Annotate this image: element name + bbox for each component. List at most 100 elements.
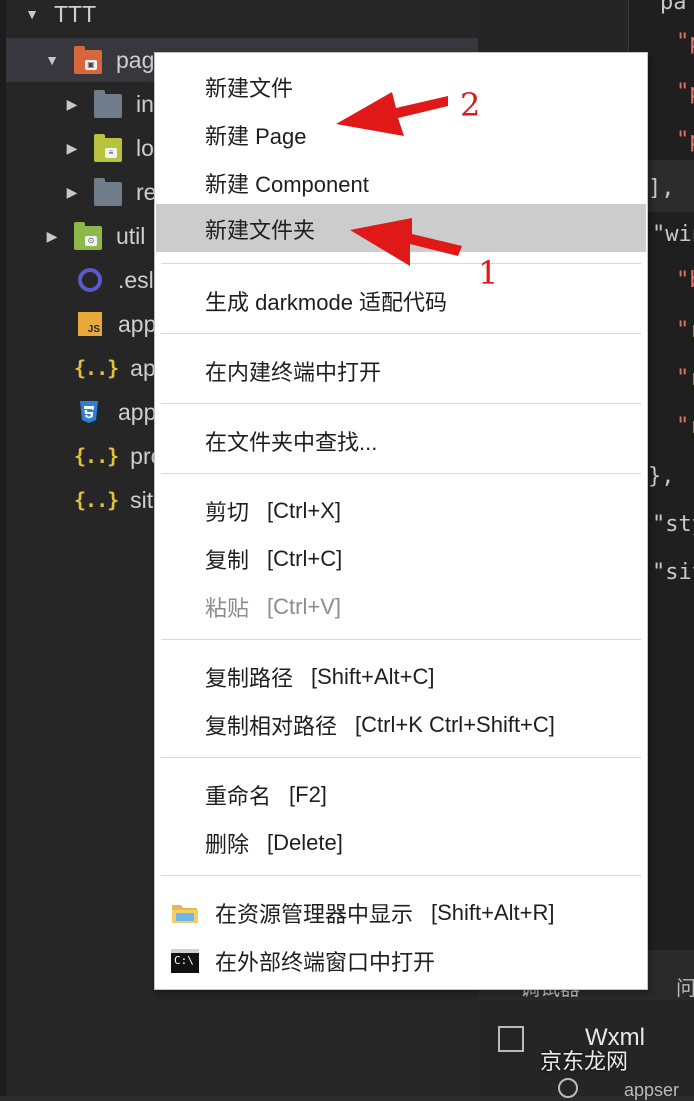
tree-item-logs[interactable]: ▶ ≡ lo	[62, 126, 154, 170]
menu-item-label: 新建 Page	[205, 124, 307, 149]
tree-item-index[interactable]: ▶ in	[62, 82, 154, 126]
tree-root[interactable]: ▼ TTT	[22, 0, 96, 36]
folder-icon	[94, 90, 122, 118]
tree-item-project-config[interactable]: {..} pro	[74, 434, 163, 478]
inspect-icon[interactable]	[498, 1026, 524, 1052]
menu-item-darkmode[interactable]: 生成 darkmode 适配代码	[205, 279, 447, 323]
menu-item-cut[interactable]: 剪切 [Ctrl+X]	[205, 489, 341, 533]
menu-item-label: 复制相对路径	[205, 714, 338, 739]
utils-folder-icon: ⊙	[74, 222, 102, 250]
menu-item-new-page[interactable]: 新建 Page	[205, 113, 307, 157]
annotation-number-1: 1	[478, 254, 499, 292]
menu-item-open-in-terminal[interactable]: 在内建终端中打开	[205, 349, 381, 393]
menu-item-label: 在外部终端窗口中打开	[215, 950, 436, 975]
tree-item-label: lo	[136, 134, 154, 161]
code-line: "sit	[652, 560, 694, 585]
annotation-number-2: 2	[460, 86, 481, 124]
menu-separator	[161, 875, 641, 876]
menu-item-new-component[interactable]: 新建 Component	[205, 161, 369, 205]
json-icon: {..}	[74, 356, 119, 380]
json-icon: {..}	[74, 488, 119, 512]
json-icon: {..}	[74, 444, 119, 468]
code-line: "b	[676, 268, 694, 293]
code-line: "r	[676, 414, 694, 439]
menu-item-label: 新建文件夹	[205, 218, 316, 243]
css-icon	[80, 401, 98, 423]
menu-item-paste: 粘贴 [Ctrl+V]	[205, 585, 341, 629]
tree-item-eslint[interactable]: .esl	[76, 258, 154, 302]
tab-problems[interactable]: 问	[676, 972, 694, 1001]
tree-item-app-js[interactable]: JS app	[76, 302, 156, 346]
menu-item-label: 复制	[205, 548, 250, 573]
tree-root-label: TTT	[54, 0, 97, 27]
menu-item-shortcut: [Ctrl+C]	[267, 546, 343, 571]
code-line: "sty	[652, 512, 694, 537]
chevron-right-icon: ▶	[66, 95, 78, 112]
code-line: "win	[652, 222, 694, 247]
explorer-folder-icon	[171, 900, 199, 926]
tree-item-label: app	[118, 398, 157, 425]
menu-item-label: 在内建终端中打开	[205, 360, 382, 385]
pages-folder-icon: ▣	[74, 46, 102, 74]
menu-separator	[161, 403, 641, 404]
tree-item-label: app	[118, 310, 157, 337]
tree-item-re[interactable]: ▶ re	[62, 170, 156, 214]
menu-item-shortcut: [Ctrl+V]	[267, 594, 341, 619]
menu-item-copy[interactable]: 复制 [Ctrl+C]	[205, 537, 342, 581]
chevron-down-icon: ▼	[25, 6, 39, 22]
menu-item-label: 在文件夹中查找...	[205, 430, 378, 455]
menu-item-label: 粘贴	[205, 596, 250, 621]
context-menu: 新建文件 新建 Page 新建 Component 新建文件夹 生成 darkm…	[154, 52, 648, 990]
logs-folder-icon: ≡	[94, 134, 122, 162]
watermark: 京东龙网	[540, 1049, 629, 1074]
tree-item-label: in	[136, 90, 154, 117]
menu-item-label: 生成 darkmode 适配代码	[205, 290, 448, 315]
chevron-down-icon: ▼	[45, 52, 59, 68]
menu-item-shortcut: [Ctrl+X]	[267, 498, 341, 523]
chevron-right-icon: ▶	[66, 139, 78, 156]
menu-item-shortcut: [Ctrl+K Ctrl+Shift+C]	[355, 712, 555, 737]
block-icon[interactable]	[558, 1078, 578, 1098]
menu-item-copy-relative-path[interactable]: 复制相对路径 [Ctrl+K Ctrl+Shift+C]	[205, 703, 555, 747]
menu-separator	[161, 333, 641, 334]
tree-item-app-wxss[interactable]: app	[76, 390, 156, 434]
menu-item-new-folder[interactable]: 新建文件夹	[205, 207, 315, 251]
menu-item-delete[interactable]: 删除 [Delete]	[205, 821, 343, 865]
menu-item-shortcut: [Delete]	[267, 830, 343, 855]
code-line: "p	[676, 80, 694, 105]
menu-item-label: 删除	[205, 832, 250, 857]
menu-item-label: 重命名	[205, 784, 272, 809]
menu-item-label: 在资源管理器中显示	[215, 902, 414, 927]
tree-item-utils[interactable]: ▶ ⊙ util	[42, 214, 145, 258]
menu-item-shortcut: [F2]	[289, 782, 327, 807]
js-icon: JS	[78, 312, 102, 336]
menu-item-label: 新建文件	[205, 76, 294, 101]
menu-item-new-file[interactable]: 新建文件	[205, 65, 293, 109]
tree-item-label: util	[116, 222, 146, 249]
menu-item-label: 剪切	[205, 500, 250, 525]
code-line: "p	[676, 128, 694, 153]
menu-separator	[161, 473, 641, 474]
tree-item-sitemap[interactable]: {..} site	[74, 478, 166, 522]
panel-appservice: appser	[624, 1080, 680, 1100]
eslint-icon	[78, 268, 102, 292]
menu-separator	[161, 639, 641, 640]
menu-separator	[161, 263, 641, 264]
menu-item-find-in-folder[interactable]: 在文件夹中查找...	[205, 419, 377, 463]
tree-item-label: .esl	[118, 266, 154, 293]
menu-item-rename[interactable]: 重命名 [F2]	[205, 773, 327, 817]
code-fragment: pa	[660, 0, 687, 15]
menu-item-copy-path[interactable]: 复制路径 [Shift+Alt+C]	[205, 655, 435, 699]
code-line: "p	[676, 30, 694, 55]
activity-bar-edge	[0, 0, 6, 1096]
code-line: ],	[648, 176, 675, 201]
menu-item-shortcut: [Shift+Alt+C]	[311, 664, 435, 689]
terminal-icon: C:\	[171, 949, 199, 973]
chevron-right-icon: ▶	[46, 227, 58, 244]
menu-item-reveal-in-explorer[interactable]: 在资源管理器中显示 [Shift+Alt+R]	[171, 891, 555, 935]
menu-item-label: 复制路径	[205, 666, 294, 691]
code-line: "r	[676, 366, 694, 391]
code-line: "r	[676, 318, 694, 343]
menu-item-open-external-terminal[interactable]: C:\ 在外部终端窗口中打开	[171, 939, 435, 983]
menu-item-label: 新建 Component	[205, 172, 369, 197]
